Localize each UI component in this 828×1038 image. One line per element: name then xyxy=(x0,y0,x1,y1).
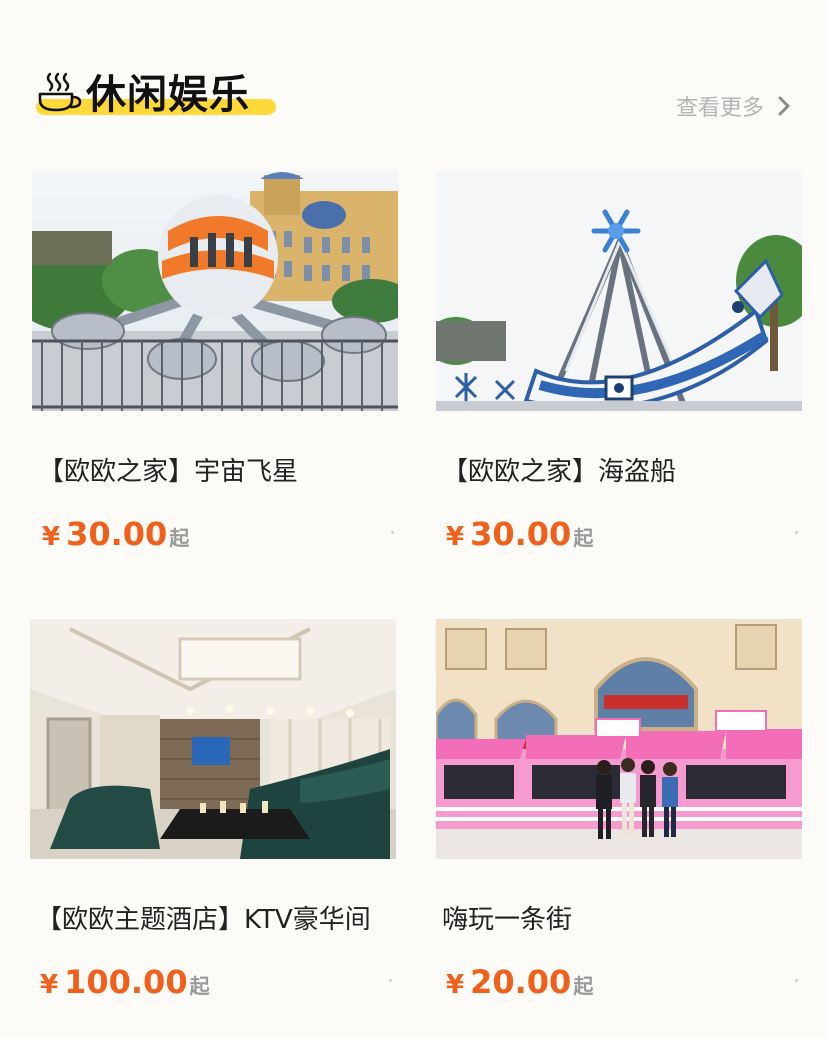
price-amount: 20.00 xyxy=(470,963,572,1001)
divider-dot xyxy=(795,531,798,534)
coffee-cup-icon xyxy=(38,72,82,112)
price-amount: 100.00 xyxy=(64,963,188,1001)
product-card[interactable]: 嗨玩一条街 ¥ 20.00 起 xyxy=(436,619,802,1019)
product-name[interactable]: 【欧欧之家】宇宙飞星 xyxy=(38,454,298,490)
product-name[interactable]: 嗨玩一条街 xyxy=(442,902,572,938)
product-price: ¥ 30.00 起 xyxy=(42,515,189,553)
divider-dot xyxy=(389,979,392,982)
divider-dot xyxy=(795,979,798,982)
currency-symbol: ¥ xyxy=(446,522,465,552)
product-name[interactable]: 【欧欧之家】海盗船 xyxy=(442,454,676,490)
product-image-octopus-ride[interactable] xyxy=(32,171,398,411)
product-card[interactable]: 【欧欧之家】海盗船 ¥ 30.00 起 xyxy=(436,171,802,571)
divider-dot xyxy=(391,531,394,534)
product-image-ktv-room[interactable] xyxy=(30,619,396,859)
price-suffix: 起 xyxy=(573,974,594,998)
price-amount: 30.00 xyxy=(470,515,572,553)
product-price: ¥ 30.00 起 xyxy=(446,515,593,553)
currency-symbol: ¥ xyxy=(40,970,59,1000)
view-more-label: 查看更多 xyxy=(675,96,764,121)
product-price: ¥ 20.00 起 xyxy=(446,963,593,1001)
product-card[interactable]: 【欧欧之家】宇宙飞星 ¥ 30.00 起 xyxy=(32,171,398,571)
price-amount: 30.00 xyxy=(66,515,168,553)
product-card[interactable]: 【欧欧主题酒店】KTV豪华间 ¥ 100.00 起 xyxy=(30,619,396,1019)
currency-symbol: ¥ xyxy=(42,522,61,552)
product-image-pirate-ship[interactable] xyxy=(436,171,802,411)
chevron-right-icon xyxy=(778,96,790,116)
price-suffix: 起 xyxy=(573,526,594,550)
leisure-section-page: 休闲娱乐 查看更多 【欧欧之家】宇宙飞星 ¥ 30.00 起 【欧欧之家】海盗船… xyxy=(0,0,828,1038)
currency-symbol: ¥ xyxy=(446,970,465,1000)
product-image-carnival-street[interactable] xyxy=(436,619,802,859)
product-price: ¥ 100.00 起 xyxy=(40,963,210,1001)
price-suffix: 起 xyxy=(189,974,210,998)
section-title: 休闲娱乐 xyxy=(86,72,250,118)
section-header: 休闲娱乐 查看更多 xyxy=(32,66,802,126)
price-suffix: 起 xyxy=(169,526,190,550)
product-name[interactable]: 【欧欧主题酒店】KTV豪华间 xyxy=(36,902,371,938)
view-more-link[interactable]: 查看更多 xyxy=(676,90,794,122)
